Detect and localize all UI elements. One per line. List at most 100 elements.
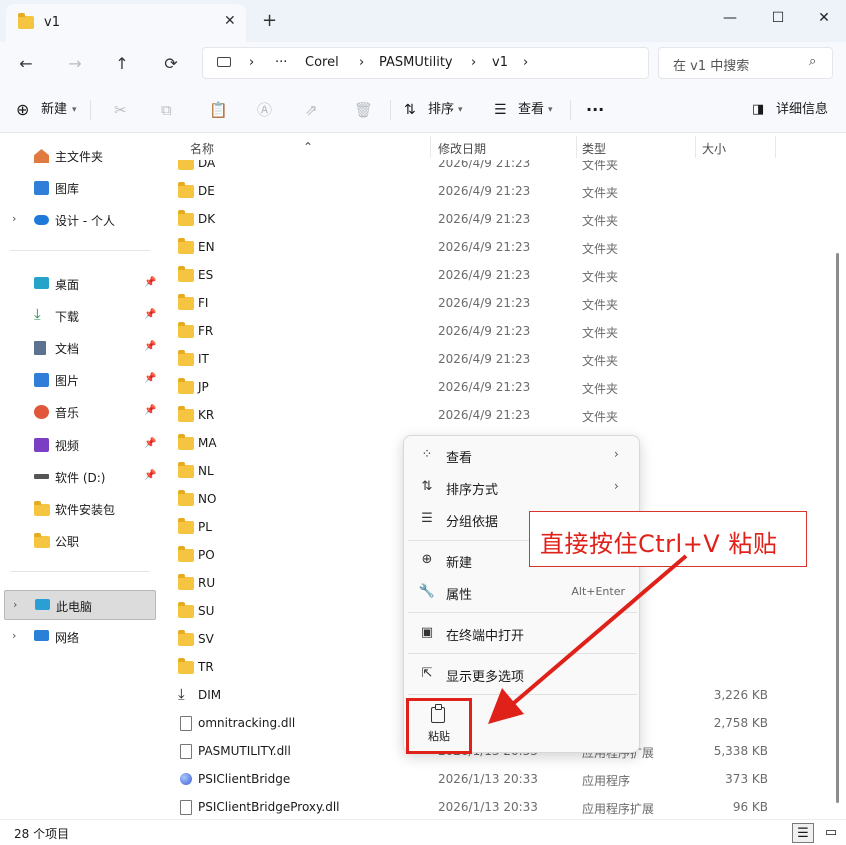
folder-icon bbox=[178, 518, 194, 534]
file-name: TR bbox=[198, 660, 214, 674]
search-input[interactable]: 在 v1 中搜索 ⌕ bbox=[658, 47, 833, 79]
copy-icon[interactable]: ⧉ bbox=[161, 99, 172, 121]
chevron-right-icon[interactable]: › bbox=[13, 598, 17, 611]
home-icon bbox=[34, 149, 49, 163]
menu-item-sort[interactable]: ⇅ 排序方式 › bbox=[408, 471, 637, 503]
tab-v1[interactable]: v1 ✕ bbox=[6, 4, 246, 42]
column-divider[interactable] bbox=[695, 136, 696, 158]
pin-icon[interactable]: 📌 bbox=[144, 405, 156, 416]
new-button[interactable]: 新建 bbox=[41, 99, 67, 121]
sidebar-item-onedrive[interactable]: › 设计 - 个人 bbox=[4, 205, 156, 235]
sidebar-item-installers[interactable]: 软件安装包 bbox=[4, 494, 156, 524]
column-divider[interactable] bbox=[775, 136, 776, 158]
column-divider[interactable] bbox=[430, 136, 431, 158]
paste-icon[interactable]: 📋 bbox=[209, 99, 228, 121]
share-icon[interactable]: ⇗ bbox=[305, 99, 318, 121]
pin-icon[interactable]: 📌 bbox=[144, 373, 156, 384]
address-bar[interactable]: › ··· Corel › PASMUtility › v1 › bbox=[202, 47, 649, 79]
sidebar-item-videos[interactable]: 视频 📌 bbox=[4, 430, 156, 460]
close-tab-icon[interactable]: ✕ bbox=[224, 13, 236, 29]
table-row[interactable]: FI 2026/4/9 21:23 文件夹 bbox=[172, 290, 790, 318]
table-row[interactable]: JP 2026/4/9 21:23 文件夹 bbox=[172, 374, 790, 402]
sidebar-item-this-pc[interactable]: › 此电脑 bbox=[4, 590, 156, 620]
pin-icon[interactable]: 📌 bbox=[144, 277, 156, 288]
sidebar-item-network[interactable]: › 网络 bbox=[4, 622, 156, 652]
table-row[interactable]: DK 2026/4/9 21:23 文件夹 bbox=[172, 206, 790, 234]
maximize-button[interactable]: ☐ bbox=[758, 5, 798, 31]
folder-icon bbox=[178, 462, 194, 478]
sidebar-item-downloads[interactable]: ⤓ 下载 📌 bbox=[4, 301, 156, 331]
menu-item-properties[interactable]: 🔧 属性 Alt+Enter bbox=[408, 576, 637, 608]
column-size[interactable]: 大小 bbox=[702, 140, 726, 157]
chevron-right-icon[interactable]: › bbox=[12, 212, 16, 225]
annotation-callout: 直接按住Ctrl+V 粘贴 bbox=[529, 511, 807, 567]
column-name[interactable]: 名称 bbox=[190, 140, 214, 157]
column-type[interactable]: 类型 bbox=[582, 140, 606, 157]
menu-item-label: 在终端中打开 bbox=[446, 629, 525, 644]
rename-icon[interactable]: Ⓐ bbox=[257, 99, 272, 121]
sidebar-item-documents[interactable]: 文档 📌 bbox=[4, 333, 156, 363]
file-size: 2,758 KB bbox=[713, 716, 768, 730]
folder-icon bbox=[18, 13, 34, 29]
menu-item-view[interactable]: ⁘ 查看 › bbox=[408, 439, 637, 471]
menu-item-label: 显示更多选项 bbox=[446, 670, 525, 685]
pin-icon[interactable]: 📌 bbox=[144, 341, 156, 352]
view-button[interactable]: 查看 bbox=[518, 99, 544, 121]
breadcrumb-more[interactable]: ··· bbox=[275, 55, 287, 70]
paste-button[interactable]: 粘贴 bbox=[406, 698, 472, 754]
forward-button[interactable]: → bbox=[63, 52, 87, 76]
menu-item-show-more[interactable]: ⇱ 显示更多选项 bbox=[408, 658, 637, 690]
sort-button[interactable]: 排序 bbox=[428, 99, 454, 121]
table-row[interactable]: PSIClientBridgeProxy.dll 2026/1/13 20:33 应… bbox=[172, 794, 790, 819]
chevron-down-icon: ▾ bbox=[548, 105, 553, 115]
chevron-right-icon[interactable]: › bbox=[12, 629, 16, 642]
breadcrumb-pasmutility[interactable]: PASMUtility bbox=[379, 55, 453, 70]
column-divider[interactable] bbox=[576, 136, 577, 158]
file-name: DK bbox=[198, 212, 216, 226]
application-icon bbox=[180, 773, 192, 785]
new-tab-button[interactable]: + bbox=[262, 10, 277, 31]
sidebar-item-home[interactable]: 主文件夹 bbox=[4, 141, 156, 171]
details-view-button[interactable]: ☰ bbox=[792, 823, 814, 843]
cut-icon[interactable]: ✂ bbox=[114, 99, 127, 121]
chevron-down-icon: ▾ bbox=[458, 105, 463, 115]
plus-icon: ⊕ bbox=[16, 100, 30, 119]
details-button[interactable]: 详细信息 bbox=[776, 99, 828, 121]
tiles-view-button[interactable]: ▭ bbox=[820, 823, 842, 843]
more-options-button[interactable]: ··· bbox=[586, 99, 604, 121]
sidebar-item-gallery[interactable]: 图库 bbox=[4, 173, 156, 203]
gallery-icon bbox=[34, 181, 49, 195]
table-row[interactable]: KR 2026/4/9 21:23 文件夹 bbox=[172, 402, 790, 430]
up-button[interactable]: ↑ bbox=[110, 52, 134, 76]
breadcrumb-sep: › bbox=[471, 55, 477, 70]
breadcrumb-v1[interactable]: v1 bbox=[492, 55, 508, 70]
back-button[interactable]: ← bbox=[14, 52, 38, 76]
scrollbar-thumb[interactable] bbox=[836, 253, 839, 803]
sidebar-item-pictures[interactable]: 图片 📌 bbox=[4, 365, 156, 395]
table-row[interactable]: DE 2026/4/9 21:23 文件夹 bbox=[172, 178, 790, 206]
table-row[interactable]: EN 2026/4/9 21:23 文件夹 bbox=[172, 234, 790, 262]
sidebar-item-gongzhi[interactable]: 公职 bbox=[4, 526, 156, 556]
file-date: 2026/4/9 21:23 bbox=[438, 324, 531, 338]
menu-item-open-terminal[interactable]: ▣ 在终端中打开 bbox=[408, 617, 637, 649]
sidebar-item-music[interactable]: 音乐 📌 bbox=[4, 397, 156, 427]
table-row[interactable]: FR 2026/4/9 21:23 文件夹 bbox=[172, 318, 790, 346]
table-row[interactable]: PSIClientBridge 2026/1/13 20:33 应用程序 373 KB bbox=[172, 766, 790, 794]
sidebar-item-drive-d[interactable]: 软件 (D:) 📌 bbox=[4, 462, 156, 492]
sidebar-item-label: 设计 - 个人 bbox=[55, 214, 115, 228]
breadcrumb-corel[interactable]: Corel bbox=[305, 55, 339, 70]
file-type: 文件夹 bbox=[582, 214, 619, 228]
delete-icon[interactable]: 🗑 bbox=[354, 99, 373, 121]
minimize-button[interactable]: — bbox=[710, 5, 750, 31]
network-icon bbox=[34, 630, 49, 641]
column-date[interactable]: 修改日期 bbox=[438, 140, 486, 157]
terminal-icon: ▣ bbox=[420, 625, 434, 640]
refresh-button[interactable]: ⟳ bbox=[159, 52, 183, 76]
table-row[interactable]: ES 2026/4/9 21:23 文件夹 bbox=[172, 262, 790, 290]
pin-icon[interactable]: 📌 bbox=[144, 438, 156, 449]
pin-icon[interactable]: 📌 bbox=[144, 470, 156, 481]
close-window-button[interactable]: ✕ bbox=[804, 5, 844, 31]
sidebar-item-desktop[interactable]: 桌面 📌 bbox=[4, 269, 156, 299]
table-row[interactable]: IT 2026/4/9 21:23 文件夹 bbox=[172, 346, 790, 374]
pin-icon[interactable]: 📌 bbox=[144, 309, 156, 320]
